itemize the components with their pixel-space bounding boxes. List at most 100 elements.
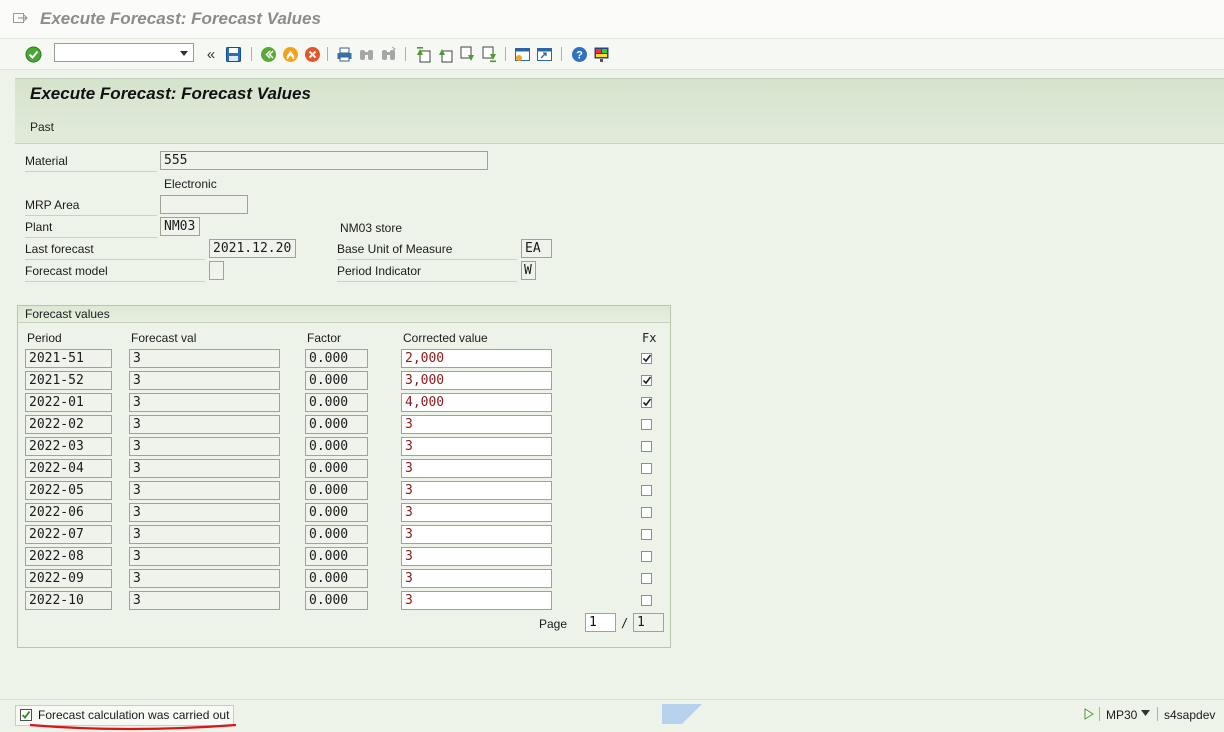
forecast-val-cell: 3: [129, 415, 280, 434]
fx-checkbox[interactable]: [641, 507, 652, 518]
status-separator: [1157, 707, 1158, 721]
toolbar-separator: [561, 47, 562, 61]
forecast-model-field[interactable]: [209, 261, 224, 280]
page-total-field: 1: [633, 613, 664, 632]
forecast-val-cell: 3: [129, 393, 280, 412]
column-header-forecast-val: Forecast val: [131, 331, 197, 345]
period-cell: 2022-08: [25, 547, 112, 566]
save-icon[interactable]: [223, 44, 243, 64]
fx-checkbox[interactable]: [641, 463, 652, 474]
first-page-icon[interactable]: [413, 44, 433, 64]
factor-cell: 0.000: [305, 481, 368, 500]
fx-checkbox[interactable]: [641, 551, 652, 562]
material-description: Electronic: [164, 177, 217, 191]
fx-checkbox[interactable]: [641, 353, 652, 364]
system-name: s4sapdev: [1164, 708, 1216, 722]
cancel-icon[interactable]: [302, 44, 322, 64]
back-icon[interactable]: [258, 44, 278, 64]
toolbar-separator: [251, 47, 252, 61]
next-page-icon[interactable]: [457, 44, 477, 64]
forecast-val-cell: 3: [129, 481, 280, 500]
corrected-value-input[interactable]: 2,000: [401, 349, 552, 368]
mrp-area-field[interactable]: [160, 195, 248, 214]
fx-checkbox[interactable]: [641, 375, 652, 386]
fx-checkbox[interactable]: [641, 529, 652, 540]
find-next-icon[interactable]: [378, 44, 398, 64]
period-cell: 2021-52: [25, 371, 112, 390]
status-message-text: Forecast calculation was carried out: [38, 708, 230, 722]
back-chevron-icon[interactable]: «: [201, 44, 221, 64]
forecast-val-cell: 3: [129, 437, 280, 456]
customize-layout-icon[interactable]: [591, 44, 611, 64]
corrected-value-input[interactable]: 3: [401, 415, 552, 434]
chevron-down-icon[interactable]: [1141, 710, 1150, 716]
corrected-value-input[interactable]: 3: [401, 481, 552, 500]
toolbar-separator: [405, 47, 406, 61]
factor-cell: 0.000: [305, 547, 368, 566]
corrected-value-input[interactable]: 3,000: [401, 371, 552, 390]
page-separator: /: [621, 616, 629, 630]
period-cell: 2021-51: [25, 349, 112, 368]
system-menu-icon[interactable]: [12, 10, 28, 26]
new-session-icon[interactable]: [512, 44, 532, 64]
factor-cell: 0.000: [305, 437, 368, 456]
last-page-icon[interactable]: [479, 44, 499, 64]
corrected-value-input[interactable]: 3: [401, 569, 552, 588]
forecast-val-cell: 3: [129, 503, 280, 522]
forecast-val-cell: 3: [129, 547, 280, 566]
column-header-corrected-value: Corrected value: [403, 331, 488, 345]
factor-cell: 0.000: [305, 459, 368, 478]
checkmark-icon: [642, 398, 652, 407]
fx-checkbox[interactable]: [641, 485, 652, 496]
period-cell: 2022-04: [25, 459, 112, 478]
period-cell: 2022-03: [25, 437, 112, 456]
group-title-bar: Forecast values: [18, 306, 670, 323]
fx-checkbox[interactable]: [641, 419, 652, 430]
exit-icon[interactable]: [280, 44, 300, 64]
fx-checkbox[interactable]: [641, 573, 652, 584]
plant-field[interactable]: NM03: [160, 217, 200, 236]
corrected-value-input[interactable]: 4,000: [401, 393, 552, 412]
corrected-value-input[interactable]: 3: [401, 437, 552, 456]
factor-cell: 0.000: [305, 371, 368, 390]
standard-toolbar: « ?: [0, 39, 1224, 100]
last-forecast-field[interactable]: 2021.12.20: [209, 239, 296, 258]
corrected-value-input[interactable]: 3: [401, 547, 552, 566]
base-uom-label: Base Unit of Measure: [337, 239, 517, 260]
page-current-field[interactable]: 1: [585, 613, 616, 632]
status-separator: [1099, 707, 1100, 721]
help-icon[interactable]: ?: [569, 44, 589, 64]
factor-cell: 0.000: [305, 503, 368, 522]
material-field[interactable]: 555: [160, 151, 488, 170]
past-button[interactable]: Past: [30, 120, 54, 134]
fx-checkbox[interactable]: [641, 397, 652, 408]
corrected-value-input[interactable]: 3: [401, 459, 552, 478]
shortcut-icon[interactable]: [534, 44, 554, 64]
forecast-val-cell: 3: [129, 371, 280, 390]
last-forecast-label: Last forecast: [25, 239, 205, 260]
previous-page-icon[interactable]: [435, 44, 455, 64]
enter-icon[interactable]: [23, 44, 43, 64]
column-header-fx: Fx: [642, 331, 657, 345]
corrected-value-input[interactable]: 3: [401, 503, 552, 522]
corrected-value-input[interactable]: 3: [401, 591, 552, 610]
fx-checkbox[interactable]: [641, 441, 652, 452]
forecast-val-cell: 3: [129, 569, 280, 588]
screen-header: Execute Forecast: Forecast Values Past: [15, 78, 1224, 144]
print-icon[interactable]: [334, 44, 354, 64]
base-uom-field[interactable]: EA: [521, 239, 552, 258]
find-icon[interactable]: [356, 44, 376, 64]
forecast-val-cell: 3: [129, 459, 280, 478]
window-title: Execute Forecast: Forecast Values: [40, 9, 321, 28]
corrected-value-input[interactable]: 3: [401, 525, 552, 544]
command-field[interactable]: [54, 43, 194, 62]
highlight-underline: [29, 723, 237, 731]
toolbar-separator: [505, 47, 506, 61]
period-indicator-field[interactable]: W: [521, 261, 536, 280]
fx-checkbox[interactable]: [641, 595, 652, 606]
success-check-icon: [20, 709, 32, 721]
play-icon[interactable]: [1084, 708, 1094, 720]
period-cell: 2022-10: [25, 591, 112, 610]
plant-label: Plant: [25, 217, 157, 238]
chevron-down-icon[interactable]: [180, 51, 188, 56]
